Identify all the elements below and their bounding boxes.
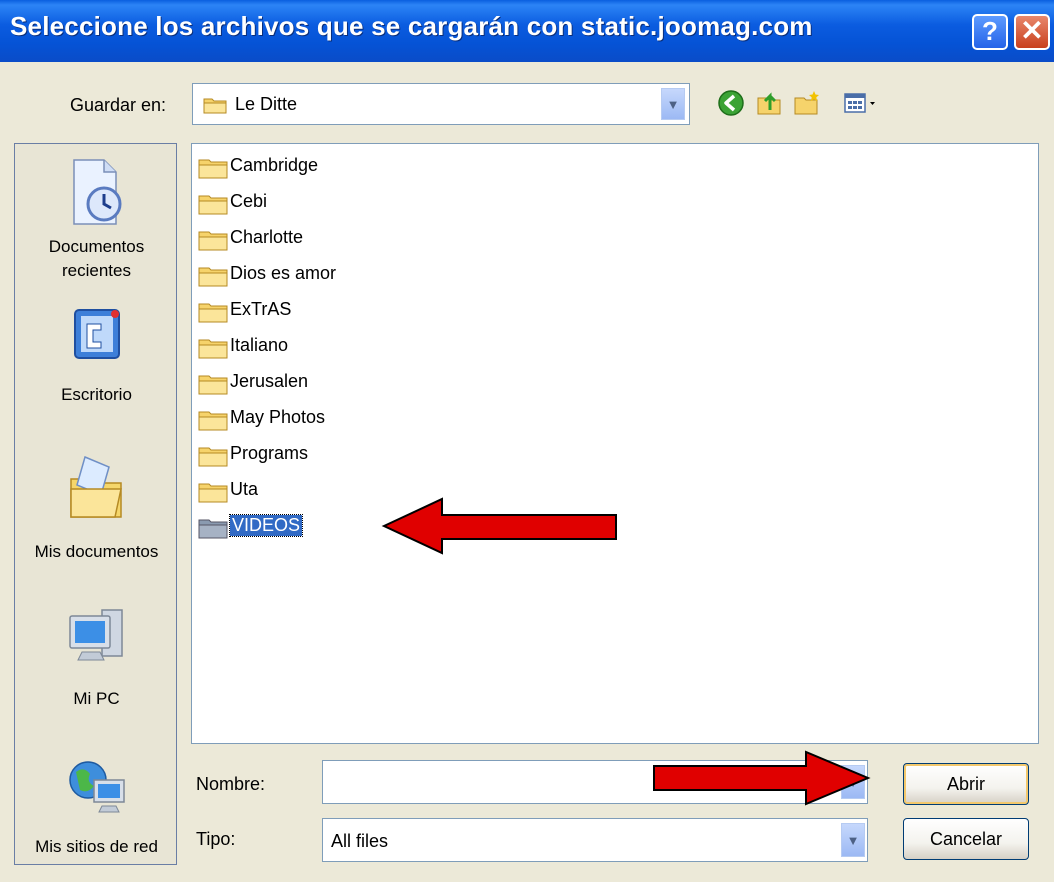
- place-my-computer[interactable]: Mi PC: [15, 604, 178, 711]
- folder-icon: [198, 159, 228, 179]
- file-name: Uta: [230, 479, 259, 499]
- cancel-button[interactable]: Cancelar: [903, 818, 1029, 860]
- folder-icon: [198, 483, 228, 503]
- file-name: Italiano: [230, 335, 289, 355]
- place-label: Mi PC: [73, 689, 120, 708]
- place-my-documents[interactable]: Mis documentos: [15, 449, 178, 564]
- folder-icon: [198, 231, 228, 251]
- view-menu-icon[interactable]: [842, 88, 886, 118]
- chevron-down-icon[interactable]: ▼: [841, 823, 865, 857]
- file-name: Dios es amor: [230, 263, 337, 283]
- folder-icon: [198, 447, 228, 467]
- annotation-arrow-right: [653, 750, 871, 806]
- place-label: Mis documentos: [34, 542, 159, 561]
- annotation-arrow-left: [381, 497, 617, 555]
- my-computer-icon: [68, 609, 123, 661]
- place-label: Escritorio: [61, 385, 132, 404]
- place-desktop[interactable]: Escritorio: [15, 304, 178, 407]
- file-name: Cebi: [230, 191, 268, 211]
- folder-icon: [198, 267, 228, 287]
- title-bar[interactable]: Seleccione los archivos que se cargarán …: [0, 0, 1054, 62]
- back-icon[interactable]: [716, 88, 746, 118]
- file-name: Charlotte: [230, 227, 304, 247]
- up-folder-icon[interactable]: [754, 88, 784, 118]
- new-folder-icon[interactable]: [792, 88, 822, 118]
- file-name: Jerusalen: [230, 371, 309, 391]
- folder-icon: [198, 375, 228, 395]
- file-name: ExTrAS: [230, 299, 292, 319]
- name-label: Nombre:: [196, 774, 266, 794]
- my-documents-icon: [69, 455, 122, 518]
- folder-icon: [198, 339, 228, 359]
- lookin-value: Le Ditte: [235, 94, 298, 114]
- file-name: May Photos: [230, 407, 326, 427]
- recent-documents-icon: [72, 159, 121, 225]
- folder-icon: [198, 195, 228, 215]
- help-button[interactable]: ?: [972, 14, 1008, 50]
- place-label: Documentos: [48, 237, 145, 256]
- file-list[interactable]: Cambridge Cebi Charlotte Dios es amor Ex…: [191, 143, 1039, 744]
- folder-icon: [198, 411, 228, 431]
- file-type-value: All files: [331, 831, 389, 851]
- desktop-icon: [73, 309, 120, 359]
- file-name: Programs: [230, 443, 309, 463]
- file-name: VIDEOS: [228, 514, 304, 537]
- lookin-dropdown[interactable]: Le Ditte ▼: [192, 83, 690, 125]
- file-type-select[interactable]: All files ▼: [322, 818, 868, 862]
- open-button[interactable]: Abrir: [903, 763, 1029, 805]
- places-bar: Documentos recientes Escritorio Mis docu…: [14, 143, 177, 865]
- place-label: Mis sitios de red: [35, 837, 158, 856]
- window-title: Seleccione los archivos que se cargarán …: [10, 11, 813, 41]
- lookin-label: Guardar en:: [70, 95, 167, 115]
- network-places-icon: [68, 761, 125, 813]
- folder-icon: [198, 519, 228, 539]
- folder-icon: [203, 98, 227, 114]
- place-label-2: recientes: [62, 261, 131, 280]
- chevron-down-icon[interactable]: ▼: [661, 88, 685, 120]
- place-network-places[interactable]: Mis sitios de red: [15, 754, 178, 859]
- file-open-dialog: Seleccione los archivos que se cargarán …: [0, 0, 1054, 882]
- file-name: Cambridge: [230, 155, 319, 175]
- type-label: Tipo:: [196, 829, 236, 849]
- close-button[interactable]: ✕: [1014, 14, 1050, 50]
- folder-icon: [198, 303, 228, 323]
- place-recent-documents[interactable]: Documentos recientes: [15, 156, 178, 283]
